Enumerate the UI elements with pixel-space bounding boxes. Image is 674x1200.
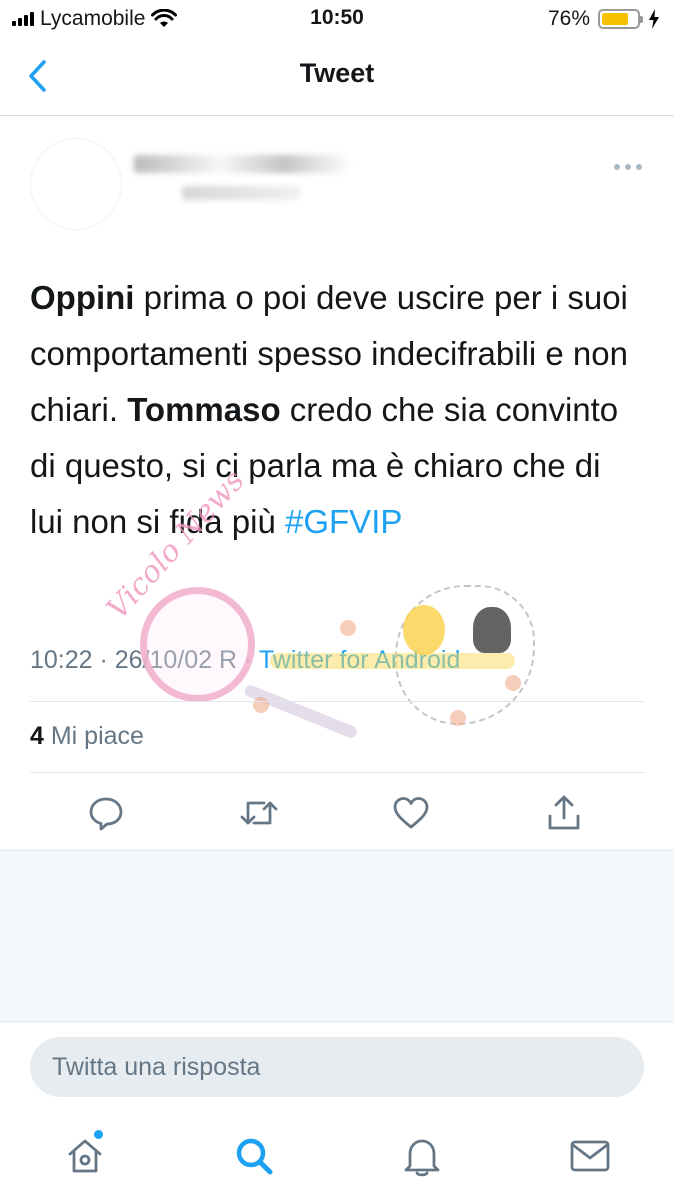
- mention-name: Tommaso: [127, 391, 281, 428]
- page-title: Tweet: [299, 58, 375, 88]
- retweet-button[interactable]: [239, 793, 279, 833]
- tweet-text: Oppini prima o poi deve uscire per i suo…: [30, 270, 642, 550]
- likes-count: 4: [30, 722, 44, 750]
- battery-percent: 76%: [547, 7, 590, 30]
- watermark-paw: [505, 675, 521, 691]
- mention-name: Oppini: [30, 279, 135, 316]
- more-options-button[interactable]: [610, 156, 646, 178]
- reply-button[interactable]: [86, 793, 126, 833]
- tab-messages[interactable]: [566, 1132, 614, 1180]
- watermark-face-dark: [473, 607, 511, 653]
- tab-search[interactable]: [230, 1132, 278, 1180]
- retweet-icon: [240, 801, 278, 825]
- reply-bar: [0, 1022, 674, 1114]
- battery-fill: [602, 13, 628, 25]
- author-handle-redacted[interactable]: [182, 186, 300, 200]
- watermark-paw: [450, 710, 466, 726]
- avatar[interactable]: [30, 138, 122, 230]
- search-icon: [236, 1138, 273, 1175]
- tweet-actions: [0, 785, 674, 841]
- tab-home[interactable]: [61, 1132, 109, 1180]
- replies-area: [0, 850, 674, 1022]
- more-dot: [636, 164, 642, 170]
- home-notification-dot: [94, 1130, 103, 1139]
- charging-icon: [649, 9, 659, 29]
- share-button[interactable]: [544, 793, 584, 833]
- tweet-source-link[interactable]: Twitter for Android: [259, 646, 460, 674]
- watermark-lens: [140, 587, 255, 702]
- watermark-paw: [253, 697, 269, 713]
- hashtag-link[interactable]: #GFVIP: [285, 503, 402, 540]
- likes-row[interactable]: 4 Mi piace: [30, 722, 144, 751]
- status-bar: Lycamobile 10:50 76%: [0, 0, 674, 38]
- status-right: 76%: [548, 6, 660, 32]
- tab-bar: [0, 1114, 674, 1200]
- tab-notifications[interactable]: [398, 1132, 446, 1180]
- author-name-redacted[interactable]: [134, 155, 349, 173]
- divider: [30, 772, 644, 773]
- nav-header: Tweet: [0, 38, 674, 116]
- likes-label: Mi piace: [50, 722, 144, 750]
- heart-icon: [393, 797, 429, 829]
- tweet-meta: 10:22 · 26/10/02 R · Twitter for Android: [30, 646, 460, 675]
- tweet-timestamp: 10:22 · 26/10/02 R: [30, 646, 238, 674]
- home-icon: [68, 1139, 102, 1173]
- mail-icon: [570, 1140, 610, 1172]
- bell-icon: [404, 1139, 440, 1177]
- like-button[interactable]: [391, 793, 431, 833]
- more-dot: [625, 164, 631, 170]
- meta-separator: ·: [244, 646, 259, 674]
- divider: [30, 701, 644, 702]
- battery-icon: [598, 9, 643, 29]
- watermark-handle: [242, 683, 359, 740]
- reply-input[interactable]: [30, 1037, 644, 1097]
- share-icon: [548, 795, 580, 830]
- watermark-paw: [340, 620, 356, 636]
- more-dots-icon: [614, 164, 620, 170]
- reply-icon: [89, 797, 123, 831]
